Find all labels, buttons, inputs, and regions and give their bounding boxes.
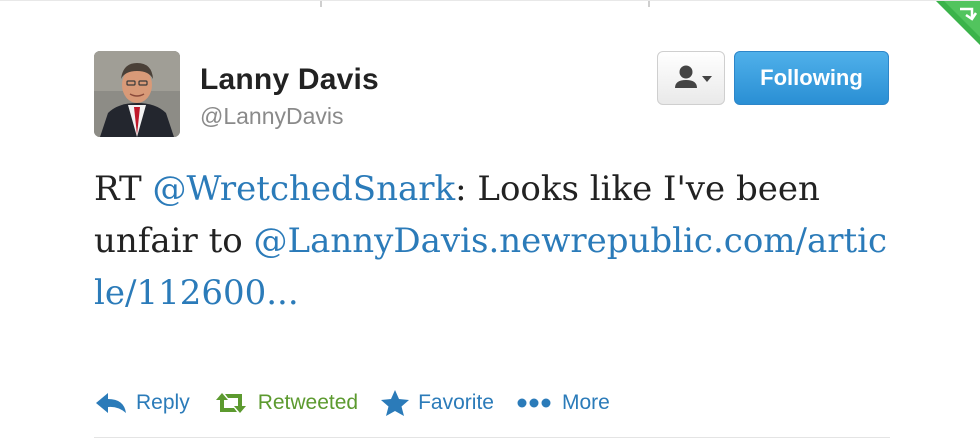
more-button[interactable]: More [516,391,610,415]
retweet-button[interactable]: Retweeted [212,390,358,416]
following-button[interactable]: Following [734,51,889,105]
divider [94,437,890,438]
tweet-text: RT @WretchedSnark: Looks like I've been … [94,163,894,319]
favorite-label: Favorite [418,391,494,414]
top-edge-mark [648,1,650,7]
reply-label: Reply [136,391,190,414]
corner-badge-icon [936,1,980,45]
top-edge-mark [320,1,322,7]
avatar[interactable] [94,51,180,137]
tweet-actions: Reply Retweeted Favorite More [94,386,632,420]
favorite-button[interactable]: Favorite [380,389,494,417]
mention-link[interactable]: @WretchedSnark [153,169,456,209]
retweet-icon [215,393,246,413]
user-actions-dropdown-button[interactable] [657,51,725,105]
reply-button[interactable]: Reply [94,390,190,416]
tweet-card: Lanny Davis @LannyDavis Following RT @Wr… [0,0,980,442]
star-icon [381,390,410,416]
author-handle[interactable]: @LannyDavis [200,103,344,130]
more-label: More [561,391,610,414]
more-dots-icon [517,398,551,408]
reply-arrow-icon [96,393,126,413]
retweet-label: Retweeted [257,391,359,414]
tweet-text-prefix: RT [94,169,153,209]
person-dropdown-icon [675,65,712,88]
author-name[interactable]: Lanny Davis [200,63,379,97]
profile-photo-icon [94,51,180,137]
